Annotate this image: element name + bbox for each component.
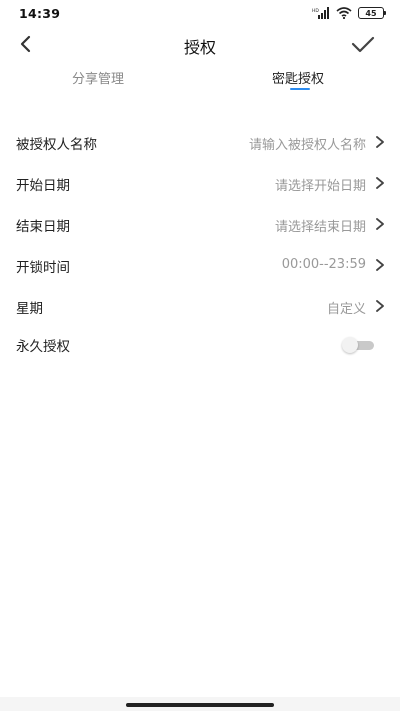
signal-icon: HD	[312, 7, 329, 19]
chevron-right-icon	[376, 300, 384, 312]
permanent-authorization-toggle[interactable]	[342, 337, 374, 353]
chevron-right-icon	[376, 259, 384, 271]
status-time: 14:39	[19, 6, 61, 21]
battery-icon: 45	[358, 7, 386, 19]
grantee-name-label: 被授权人名称	[16, 137, 97, 153]
end-date-row[interactable]: 结束日期 请选择结束日期	[0, 204, 400, 244]
start-date-value[interactable]: 请选择开始日期	[275, 175, 366, 194]
weekday-label: 星期	[16, 301, 43, 317]
grantee-name-input[interactable]: 请输入被授权人名称	[249, 134, 366, 153]
weekday-value[interactable]: 自定义	[327, 298, 366, 317]
status-bar: 14:39 HD 45	[0, 0, 400, 28]
toggle-knob	[342, 337, 358, 353]
nav-bar: 授权	[0, 28, 400, 62]
permanent-authorization-label: 永久授权	[16, 339, 70, 355]
start-date-label: 开始日期	[16, 178, 70, 194]
page-title: 授权	[183, 38, 216, 57]
permanent-authorization-row: 永久授权	[0, 324, 400, 364]
status-icons: HD 45	[312, 6, 386, 20]
end-date-value[interactable]: 请选择结束日期	[275, 216, 366, 235]
home-indicator[interactable]	[126, 703, 274, 707]
chevron-right-icon	[376, 136, 384, 148]
checkmark-icon[interactable]	[350, 32, 376, 56]
battery-level: 45	[365, 8, 377, 18]
tab-share-management[interactable]: 分享管理	[72, 68, 124, 87]
tab-key-authorization[interactable]: 密匙授权	[272, 68, 324, 87]
weekday-row[interactable]: 星期 自定义	[0, 286, 400, 326]
chevron-right-icon	[376, 177, 384, 189]
unlock-time-value[interactable]: 00:00--23:59	[282, 257, 366, 272]
svg-text:HD: HD	[312, 8, 319, 14]
active-tab-indicator	[290, 88, 310, 90]
unlock-time-label: 开锁时间	[16, 260, 70, 276]
end-date-label: 结束日期	[16, 219, 70, 235]
wifi-icon	[336, 7, 352, 19]
tab-bar: 分享管理 密匙授权	[0, 66, 400, 96]
unlock-time-row[interactable]: 开锁时间 00:00--23:59	[0, 245, 400, 285]
start-date-row[interactable]: 开始日期 请选择开始日期	[0, 163, 400, 203]
chevron-right-icon	[376, 218, 384, 230]
grantee-name-row[interactable]: 被授权人名称 请输入被授权人名称	[0, 122, 400, 162]
